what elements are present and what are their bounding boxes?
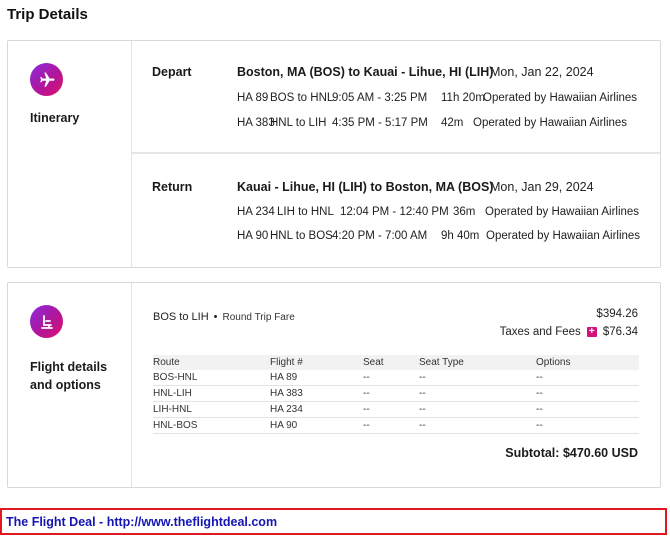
- seat-icon: [30, 305, 63, 338]
- table-cell: LIH-HNL: [153, 404, 192, 415]
- leg-route: HNL to BOS: [270, 230, 333, 242]
- table-cell: --: [419, 404, 426, 415]
- fare-summary: BOS to LIH • Round Trip Fare: [153, 311, 295, 323]
- leg-operator: Operated by Hawaiian Airlines: [485, 206, 640, 218]
- subtotal-value: $470.60 USD: [562, 446, 638, 460]
- leg-operator: Operated by Hawaiian Airlines: [486, 230, 641, 242]
- subtotal: Subtotal: $470.60 USD: [505, 446, 638, 460]
- airplane-icon: [30, 63, 63, 96]
- table-cell: --: [363, 372, 370, 383]
- flight-deal-banner: The Flight Deal - http://www.theflightde…: [0, 508, 667, 535]
- column-header: Flight #: [270, 357, 303, 368]
- taxes-value: $76.34: [602, 326, 638, 338]
- column-header: Route: [153, 357, 180, 368]
- table-cell: --: [363, 388, 370, 399]
- fare-route: BOS to LIH: [153, 311, 209, 323]
- flight-options-table: Route Flight # Seat Seat Type Options BO…: [153, 355, 639, 434]
- table-cell: --: [536, 372, 543, 383]
- itinerary-card: Itinerary Depart Boston, MA (BOS) to Kau…: [7, 40, 661, 268]
- fare-type: Round Trip Fare: [222, 312, 295, 323]
- leg-times: 12:04 PM - 12:40 PM: [340, 206, 449, 218]
- segment-date: Mon, Jan 29, 2024: [490, 180, 594, 194]
- table-cell: HNL-LIH: [153, 388, 192, 399]
- subtotal-label: Subtotal:: [505, 446, 560, 460]
- table-cell: HA 89: [270, 372, 298, 383]
- table-cell: --: [419, 388, 426, 399]
- flight-details-card: Flight details and options BOS to LIH • Ro…: [7, 282, 661, 488]
- table-cell: --: [419, 372, 426, 383]
- segment-kind: Depart: [152, 65, 192, 79]
- table-cell: HA 383: [270, 388, 303, 399]
- table-header-row: Route Flight # Seat Seat Type Options: [153, 355, 639, 370]
- fare-price: $394.26: [596, 308, 638, 320]
- taxes-and-fees: Taxes and Fees + $76.34: [500, 326, 638, 338]
- segment-route: Boston, MA (BOS) to Kauai - Lihue, HI (L…: [237, 65, 494, 79]
- table-cell: --: [536, 388, 543, 399]
- table-row: HNL-LIH HA 383 -- -- --: [153, 386, 639, 402]
- itinerary-left-column: Itinerary: [8, 41, 132, 267]
- leg-route: LIH to HNL: [277, 206, 334, 218]
- itinerary-label: Itinerary: [30, 111, 80, 125]
- leg-route: BOS to HNL: [270, 92, 334, 104]
- table-row: HNL-BOS HA 90 -- -- --: [153, 418, 639, 434]
- leg-duration: 9h 40m: [441, 230, 480, 242]
- details-left-column: Flight details and options: [8, 283, 132, 487]
- table-row: LIH-HNL HA 234 -- -- --: [153, 402, 639, 418]
- segment-kind: Return: [152, 180, 193, 194]
- table-cell: --: [363, 404, 370, 415]
- column-header: Seat: [363, 357, 384, 368]
- expand-taxes-icon[interactable]: +: [586, 327, 597, 337]
- leg-times: 9:05 AM - 3:25 PM: [332, 92, 428, 104]
- table-cell: --: [419, 420, 426, 431]
- segment-date: Mon, Jan 22, 2024: [490, 65, 594, 79]
- leg-operator: Operated by Hawaiian Airlines: [473, 117, 628, 129]
- table-cell: HA 90: [270, 420, 298, 431]
- table-cell: HA 234: [270, 404, 303, 415]
- page-title: Trip Details: [7, 6, 88, 23]
- table-cell: --: [536, 404, 543, 415]
- leg-times: 4:35 PM - 5:17 PM: [332, 117, 428, 129]
- return-segment: Return Kauai - Lihue, HI (LIH) to Boston…: [132, 155, 660, 267]
- column-header: Seat Type: [419, 357, 464, 368]
- banner-link[interactable]: The Flight Deal - http://www.theflightde…: [6, 515, 277, 529]
- leg-flight-number: HA 89: [237, 92, 269, 104]
- table-cell: --: [363, 420, 370, 431]
- table-cell: BOS-HNL: [153, 372, 198, 383]
- taxes-label: Taxes and Fees: [499, 326, 581, 338]
- leg-duration: 36m: [453, 206, 476, 218]
- depart-segment: Depart Boston, MA (BOS) to Kauai - Lihue…: [132, 41, 660, 153]
- leg-duration: 11h 20m: [441, 92, 485, 104]
- leg-times: 4:20 PM - 7:00 AM: [332, 230, 428, 242]
- table-cell: --: [536, 420, 543, 431]
- leg-flight-number: HA 234: [237, 206, 275, 218]
- details-label: Flight details and options: [30, 360, 108, 392]
- segment-route: Kauai - Lihue, HI (LIH) to Boston, MA (B…: [237, 180, 494, 194]
- leg-route: HNL to LIH: [270, 117, 327, 129]
- table-row: BOS-HNL HA 89 -- -- --: [153, 370, 639, 386]
- leg-duration: 42m: [441, 117, 464, 129]
- segment-divider: [132, 152, 660, 154]
- leg-operator: Operated by Hawaiian Airlines: [483, 92, 638, 104]
- table-cell: HNL-BOS: [153, 420, 198, 431]
- column-header: Options: [536, 357, 571, 368]
- leg-flight-number: HA 90: [237, 230, 269, 242]
